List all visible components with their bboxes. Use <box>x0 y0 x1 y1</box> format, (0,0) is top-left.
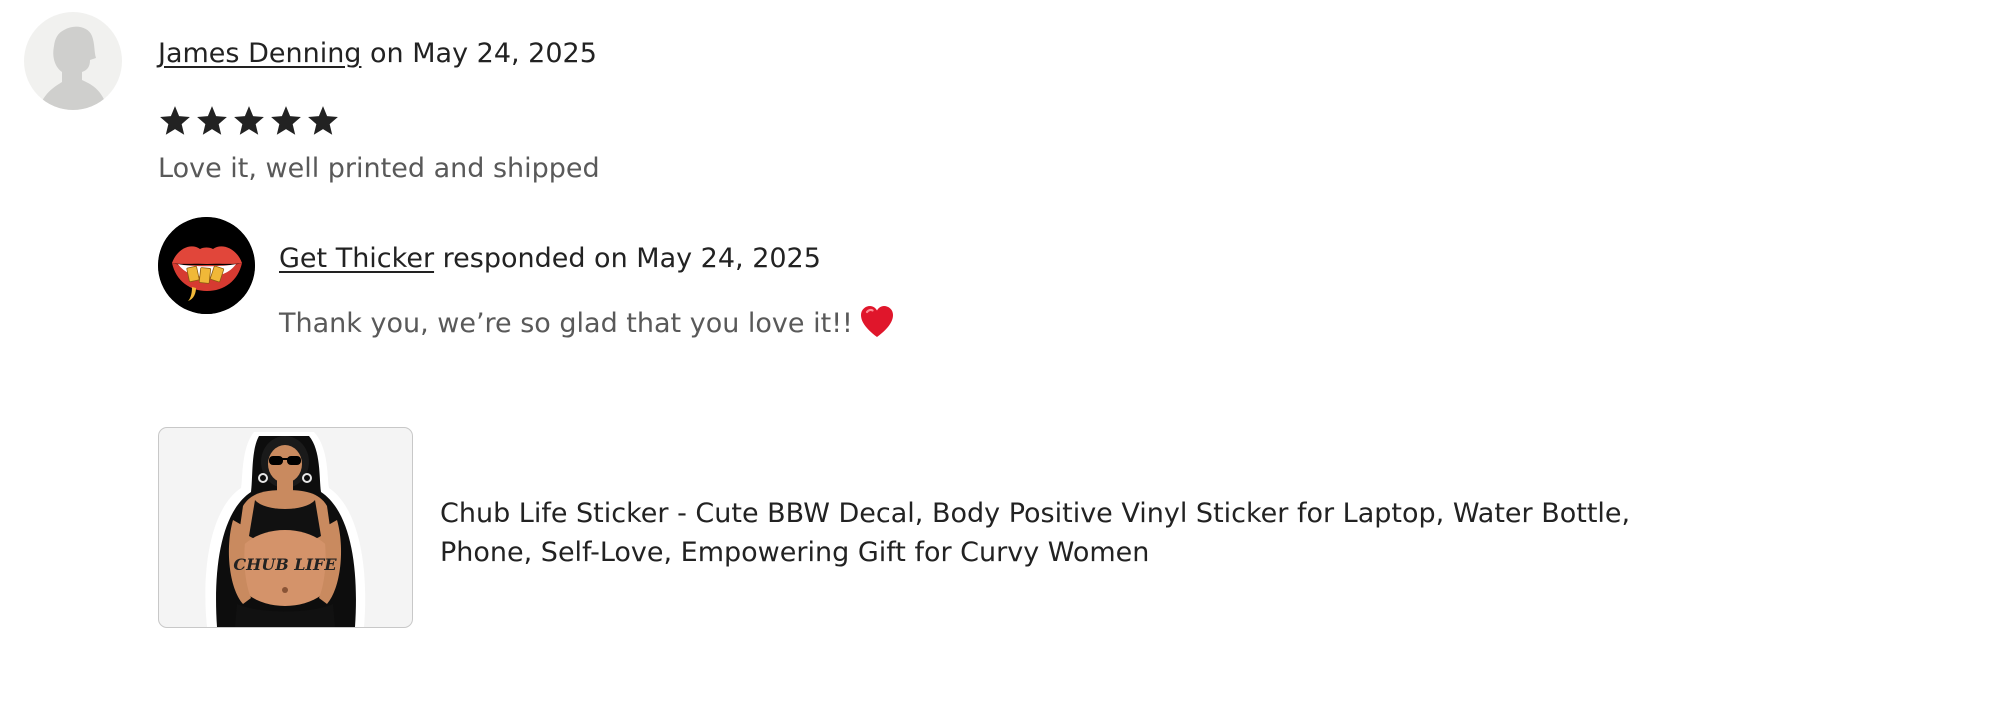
lips-logo-icon <box>158 217 255 314</box>
response-date: responded on May 24, 2025 <box>434 243 821 274</box>
star-icon <box>160 106 190 135</box>
star-icon <box>234 106 264 135</box>
default-user-icon <box>38 26 108 110</box>
review-text: Love it, well printed and shipped <box>158 153 600 184</box>
shop-response-text: Thank you, we’re so glad that you love i… <box>279 304 895 342</box>
product-title-link[interactable]: Chub Life Sticker - Cute BBW Decal, Body… <box>440 494 1680 572</box>
response-message: Thank you, we’re so glad that you love i… <box>279 308 853 339</box>
shop-response-header: Get Thicker responded on May 24, 2025 <box>279 241 821 277</box>
sticker-tattoo-text: CHUB LIFE <box>233 555 337 574</box>
red-heart-icon <box>859 304 895 340</box>
star-icon <box>271 106 301 135</box>
star-icon <box>197 106 227 135</box>
sticker-image: CHUB LIFE <box>205 432 366 627</box>
reviewer-name-link[interactable]: James Denning <box>158 38 361 69</box>
star-icon <box>308 106 338 135</box>
review-header: James Denning on May 24, 2025 <box>158 36 597 72</box>
shop-name-link[interactable]: Get Thicker <box>279 243 434 274</box>
reviewer-avatar[interactable] <box>24 12 122 110</box>
product-thumbnail[interactable]: CHUB LIFE <box>158 427 413 628</box>
star-rating <box>158 100 340 142</box>
review-date: on May 24, 2025 <box>361 38 597 69</box>
shop-avatar[interactable] <box>158 217 255 314</box>
